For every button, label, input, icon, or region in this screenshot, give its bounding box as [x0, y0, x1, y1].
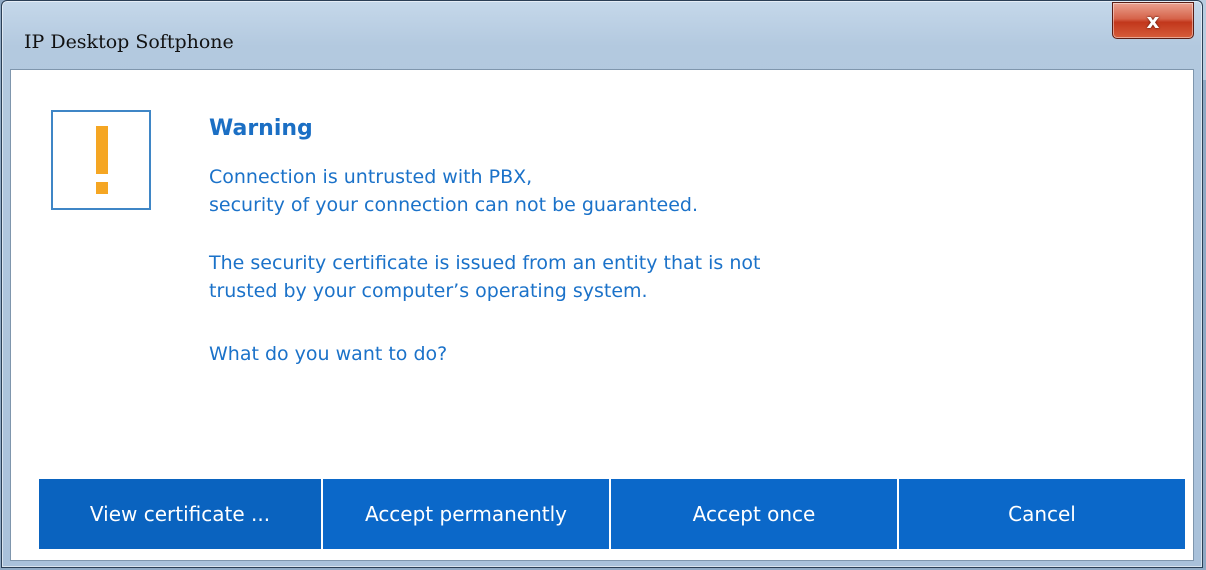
- accept-permanently-button[interactable]: Accept permanently: [321, 479, 609, 549]
- warning-heading: Warning: [209, 116, 313, 141]
- close-icon: x: [1146, 8, 1160, 33]
- message-certificate-issuer: The security certificate is issued from …: [209, 252, 761, 302]
- message-question: What do you want to do?: [209, 343, 448, 365]
- accept-once-button[interactable]: Accept once: [609, 479, 897, 549]
- title-bar[interactable]: IP Desktop Softphone x: [2, 1, 1202, 69]
- cancel-button[interactable]: Cancel: [897, 479, 1185, 549]
- action-button-bar: View certificate ... Accept permanently …: [39, 479, 1185, 549]
- view-certificate-button[interactable]: View certificate ...: [39, 479, 321, 549]
- exclamation-dot: [96, 182, 108, 194]
- close-button[interactable]: x: [1112, 2, 1194, 39]
- window-title: IP Desktop Softphone: [24, 31, 234, 53]
- message-untrusted-connection: Connection is untrusted with PBX, securi…: [209, 166, 699, 216]
- dialog-window: IP Desktop Softphone x Warning Connectio…: [1, 0, 1203, 568]
- exclamation-bar: [96, 126, 108, 174]
- warning-exclamation-icon: [51, 110, 151, 210]
- dialog-content: Warning Connection is untrusted with PBX…: [10, 69, 1194, 561]
